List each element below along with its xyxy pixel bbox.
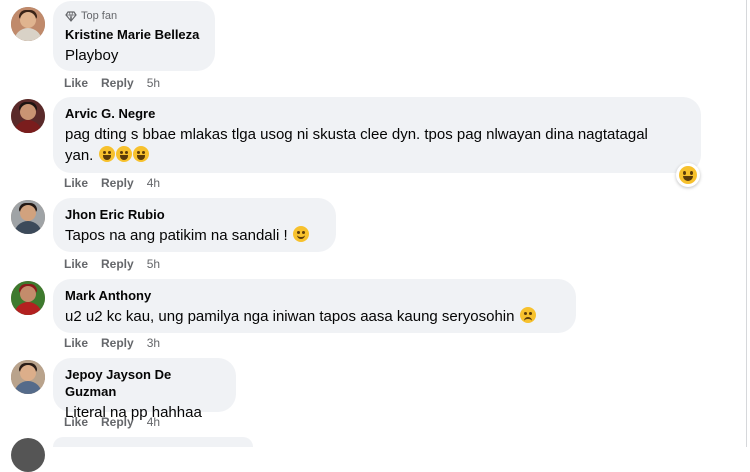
avatar[interactable] xyxy=(11,200,45,234)
avatar[interactable] xyxy=(11,360,45,394)
comment-author[interactable]: Jepoy Jayson De Guzman xyxy=(65,366,224,400)
comment-text: Tapos na ang patikim na sandali ! xyxy=(65,225,324,246)
comment-author[interactable]: Jhon Eric Rubio xyxy=(65,206,324,223)
avatar[interactable] xyxy=(11,99,45,133)
like-button[interactable]: Like xyxy=(64,76,88,90)
right-border xyxy=(746,0,747,447)
comment-timestamp[interactable]: 4h xyxy=(147,415,160,429)
rolling-laughing-emoji xyxy=(115,146,132,162)
comment-timestamp[interactable]: 5h xyxy=(147,257,160,271)
comment-bubble: Jepoy Jayson De Guzman Literal na pp hah… xyxy=(53,358,236,421)
comment-text: u2 u2 kc kau, ung pamilya nga iniwan tap… xyxy=(65,306,564,327)
comment-text-content: u2 u2 kc kau, ung pamilya nga iniwan tap… xyxy=(65,308,515,325)
comment-timestamp[interactable]: 4h xyxy=(147,176,160,190)
reply-button[interactable]: Reply xyxy=(101,415,134,429)
comment-text-line: yan. xyxy=(65,147,94,164)
avatar[interactable] xyxy=(11,281,45,315)
comment-author[interactable]: Kristine Marie Belleza xyxy=(65,26,203,43)
comment-bubble xyxy=(53,437,253,447)
comment-timestamp[interactable]: 3h xyxy=(147,336,160,350)
comment-timestamp[interactable]: 5h xyxy=(147,76,160,90)
comment-bubble: Arvic G. Negre pag dting s bbae mlakas t… xyxy=(53,97,701,173)
comment-bubble: Top fan Kristine Marie Belleza Playboy xyxy=(53,1,215,71)
reply-button[interactable]: Reply xyxy=(101,336,134,350)
comment-text-line: pag dting s bbae mlakas tlga usog ni sku… xyxy=(65,126,648,143)
rolling-laughing-emoji xyxy=(98,146,115,162)
smiling-emoji xyxy=(292,226,309,242)
like-button[interactable]: Like xyxy=(64,336,88,350)
diamond-icon xyxy=(65,11,77,22)
badge-label: Top fan xyxy=(81,10,118,22)
rolling-laughing-emoji xyxy=(132,146,149,162)
reply-button[interactable]: Reply xyxy=(101,176,134,190)
comment-text: pag dting s bbae mlakas tlga usog ni sku… xyxy=(65,124,689,166)
avatar[interactable] xyxy=(11,7,45,41)
comment-author[interactable]: Arvic G. Negre xyxy=(65,105,689,122)
comment-text: Playboy xyxy=(65,47,119,64)
comment-bubble: Jhon Eric Rubio Tapos na ang patikim na … xyxy=(53,198,336,252)
like-button[interactable]: Like xyxy=(64,415,88,429)
haha-reaction-icon[interactable] xyxy=(676,163,700,187)
reply-button[interactable]: Reply xyxy=(101,257,134,271)
avatar[interactable] xyxy=(11,438,45,472)
comment-bubble: Mark Anthony u2 u2 kc kau, ung pamilya n… xyxy=(53,279,576,333)
like-button[interactable]: Like xyxy=(64,257,88,271)
reply-button[interactable]: Reply xyxy=(101,76,134,90)
pensive-emoji xyxy=(519,307,536,323)
like-button[interactable]: Like xyxy=(64,176,88,190)
top-fan-badge: Top fan xyxy=(65,9,203,23)
comment-text-content: Tapos na ang patikim na sandali ! xyxy=(65,227,288,244)
comment-author[interactable]: Mark Anthony xyxy=(65,287,564,304)
